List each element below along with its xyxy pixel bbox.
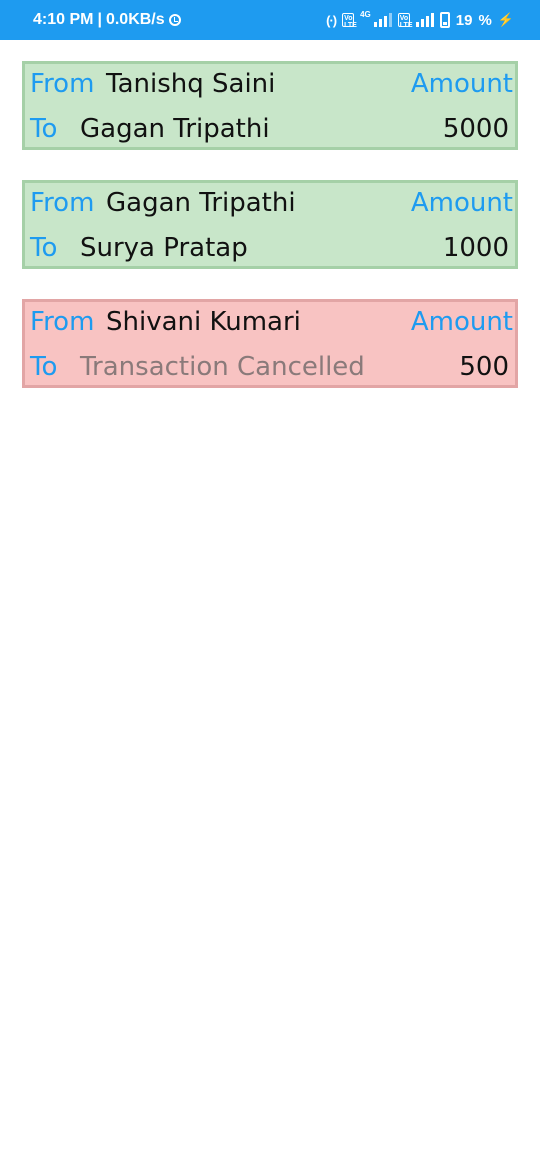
volte-icon-sim2: Vo LTE — [397, 13, 413, 29]
to-label: To — [30, 114, 58, 144]
transaction-to-row: To Surya Pratap 1000 — [25, 228, 515, 268]
cancelled-status-text: Transaction Cancelled — [80, 352, 365, 382]
from-label: From — [30, 188, 95, 218]
status-separator: | — [97, 11, 102, 28]
transaction-from-row: From Tanishq Saini Amount — [25, 64, 515, 104]
transaction-from-row: From Gagan Tripathi Amount — [25, 183, 515, 223]
status-bar: 4:10 PM | 0.0KB/s (·) Vo LTE 4G Vo LTE 19 … — [0, 0, 540, 40]
hotspot-icon: (·) — [326, 12, 337, 28]
charging-bolt-icon: ⚡ — [497, 12, 514, 27]
sender-name: Shivani Kumari — [106, 307, 301, 337]
transaction-to-row: To Transaction Cancelled 500 — [25, 347, 515, 387]
amount-value: 1000 — [442, 233, 509, 263]
transaction-card[interactable]: From Gagan Tripathi Amount To Surya Prat… — [22, 180, 518, 269]
battery-percent: 19 — [455, 11, 473, 29]
from-label: From — [30, 69, 95, 99]
transaction-card[interactable]: From Tanishq Saini Amount To Gagan Tripa… — [22, 61, 518, 150]
signal-sim1-icon — [373, 13, 392, 27]
status-bar-right: (·) Vo LTE 4G Vo LTE 19 % ⚡ — [326, 9, 514, 30]
alarm-clock-icon — [168, 14, 181, 26]
amount-label: Amount — [410, 307, 513, 337]
transaction-from-row: From Shivani Kumari Amount — [25, 302, 515, 342]
signal-sim2-icon — [415, 13, 434, 27]
to-label: To — [30, 352, 58, 382]
transaction-card-cancelled[interactable]: From Shivani Kumari Amount To Transactio… — [22, 299, 518, 388]
network-type-label: 4G — [360, 9, 371, 19]
amount-label: Amount — [410, 188, 513, 218]
status-bar-left: 4:10 PM | 0.0KB/s — [33, 11, 181, 29]
sender-name: Tanishq Saini — [106, 69, 276, 99]
battery-icon — [439, 12, 450, 28]
amount-label: Amount — [410, 69, 513, 99]
to-label: To — [30, 233, 58, 263]
recipient-name: Surya Pratap — [80, 233, 248, 263]
amount-value: 500 — [459, 352, 509, 382]
status-network-speed: 0.0KB/s — [105, 11, 165, 28]
transaction-to-row: To Gagan Tripathi 5000 — [25, 109, 515, 149]
status-time: 4:10 PM — [33, 11, 94, 28]
sender-name: Gagan Tripathi — [106, 188, 296, 218]
amount-value: 5000 — [442, 114, 509, 144]
volte-icon-sim1: Vo LTE — [342, 13, 357, 29]
recipient-name: Gagan Tripathi — [80, 114, 270, 144]
from-label: From — [30, 307, 95, 337]
battery-percent-sign: % — [478, 11, 492, 29]
